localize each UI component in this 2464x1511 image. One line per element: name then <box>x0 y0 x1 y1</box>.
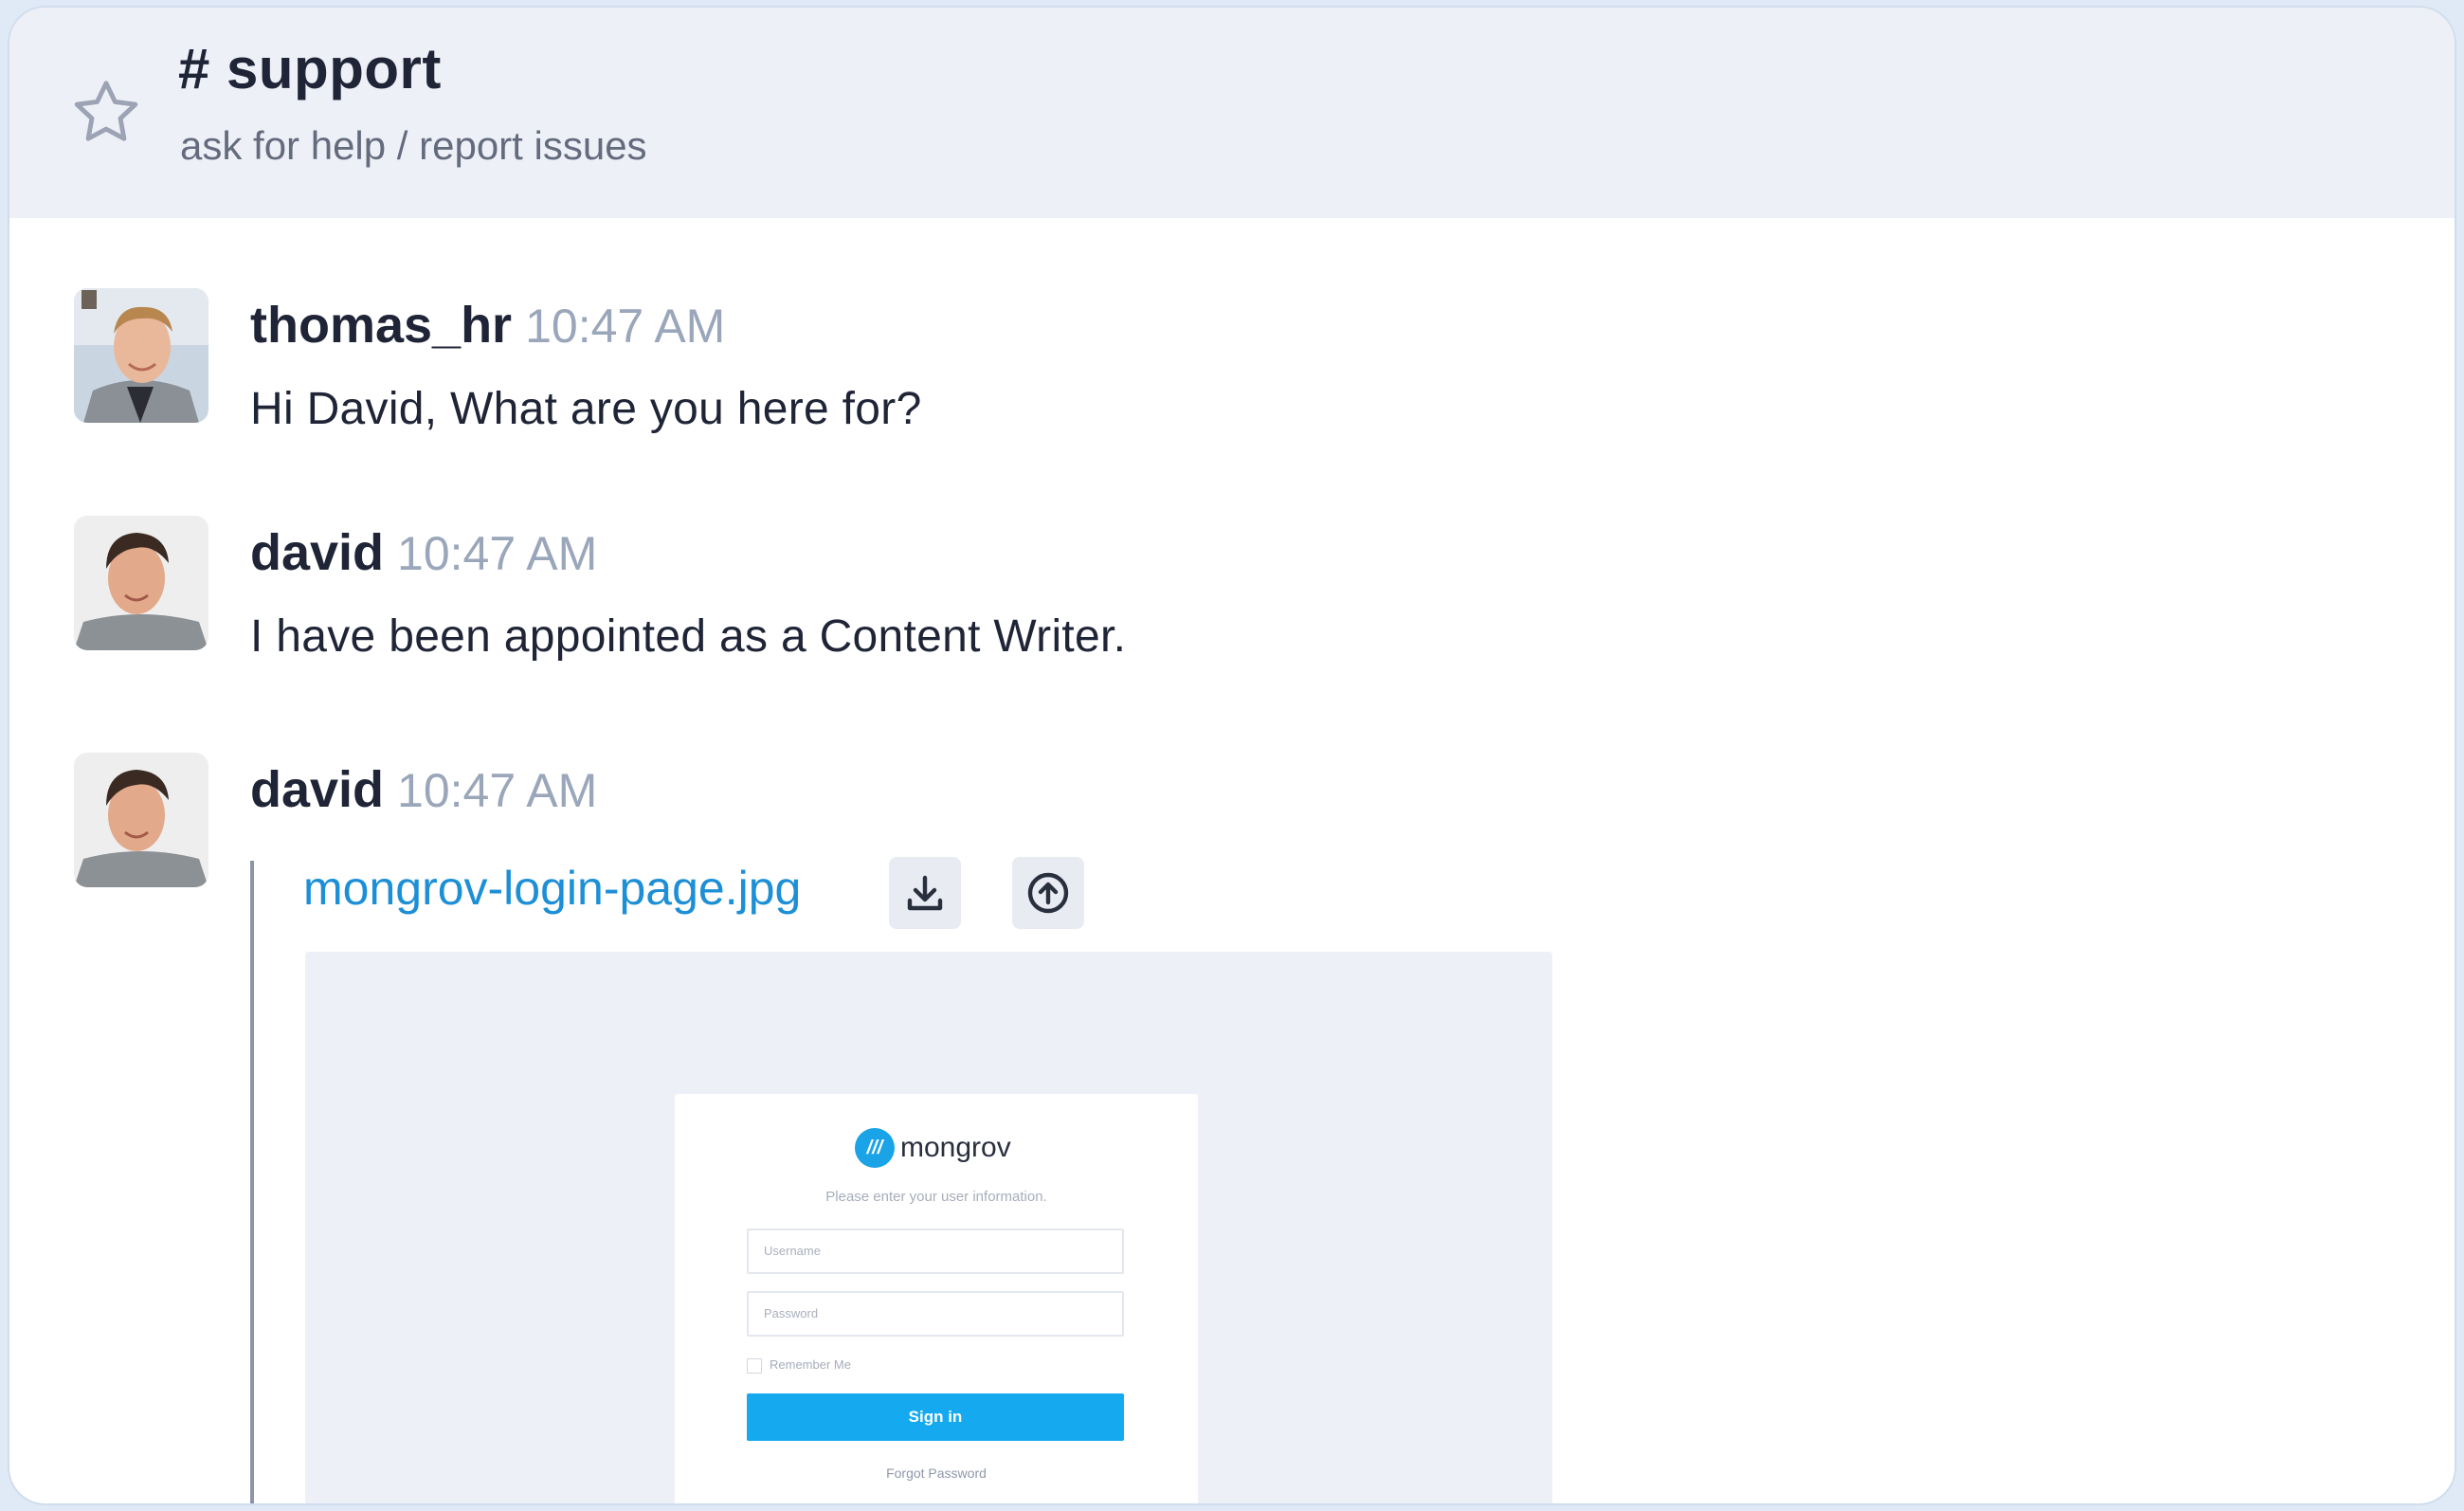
message-timestamp: 10:47 AM <box>397 764 598 817</box>
remember-me-label: Remember Me <box>770 1357 851 1372</box>
remember-me-checkbox: Remember Me <box>747 1357 851 1374</box>
message-text: I have been appointed as a Content Write… <box>250 611 1127 662</box>
channel-header: # support ask for help / report issues <box>9 8 2455 218</box>
message-timestamp: 10:47 AM <box>525 300 726 353</box>
message-author[interactable]: thomas_hr <box>250 297 512 354</box>
chat-window: # support ask for help / report issues t… <box>8 6 2456 1505</box>
login-subtitle: Please enter your user information. <box>825 1189 1047 1205</box>
forgot-password-link: Forgot Password <box>886 1465 987 1481</box>
star-icon[interactable] <box>66 74 146 154</box>
username-field: Username <box>747 1229 1124 1274</box>
avatar[interactable] <box>74 753 208 887</box>
logo-text: mongrov <box>900 1132 1011 1163</box>
download-icon <box>907 875 943 911</box>
message-author[interactable]: david <box>250 524 384 581</box>
attachment-quote-bar <box>250 861 254 1503</box>
channel-name: # support <box>178 37 442 100</box>
message-timestamp: 10:47 AM <box>397 527 598 580</box>
upload-button[interactable] <box>1012 857 1084 929</box>
attachment-image-preview[interactable]: ///mongrov Please enter your user inform… <box>305 952 1552 1503</box>
avatar[interactable] <box>74 516 208 650</box>
mongrov-logo: ///mongrov <box>855 1128 1011 1168</box>
message-author[interactable]: david <box>250 761 384 818</box>
message-text: Hi David, What are you here for? <box>250 384 922 434</box>
logo-mark-icon: /// <box>855 1128 895 1168</box>
attachment-file-link[interactable]: mongrov-login-page.jpg <box>303 861 801 916</box>
signin-button: Sign in <box>747 1393 1124 1441</box>
download-button[interactable] <box>889 857 961 929</box>
checkbox-icon <box>747 1357 762 1374</box>
upload-circle-icon <box>1027 872 1069 914</box>
password-field: Password <box>747 1291 1124 1337</box>
login-card: ///mongrov Please enter your user inform… <box>675 1094 1198 1503</box>
avatar[interactable] <box>74 288 208 423</box>
channel-topic: ask for help / report issues <box>180 123 647 168</box>
